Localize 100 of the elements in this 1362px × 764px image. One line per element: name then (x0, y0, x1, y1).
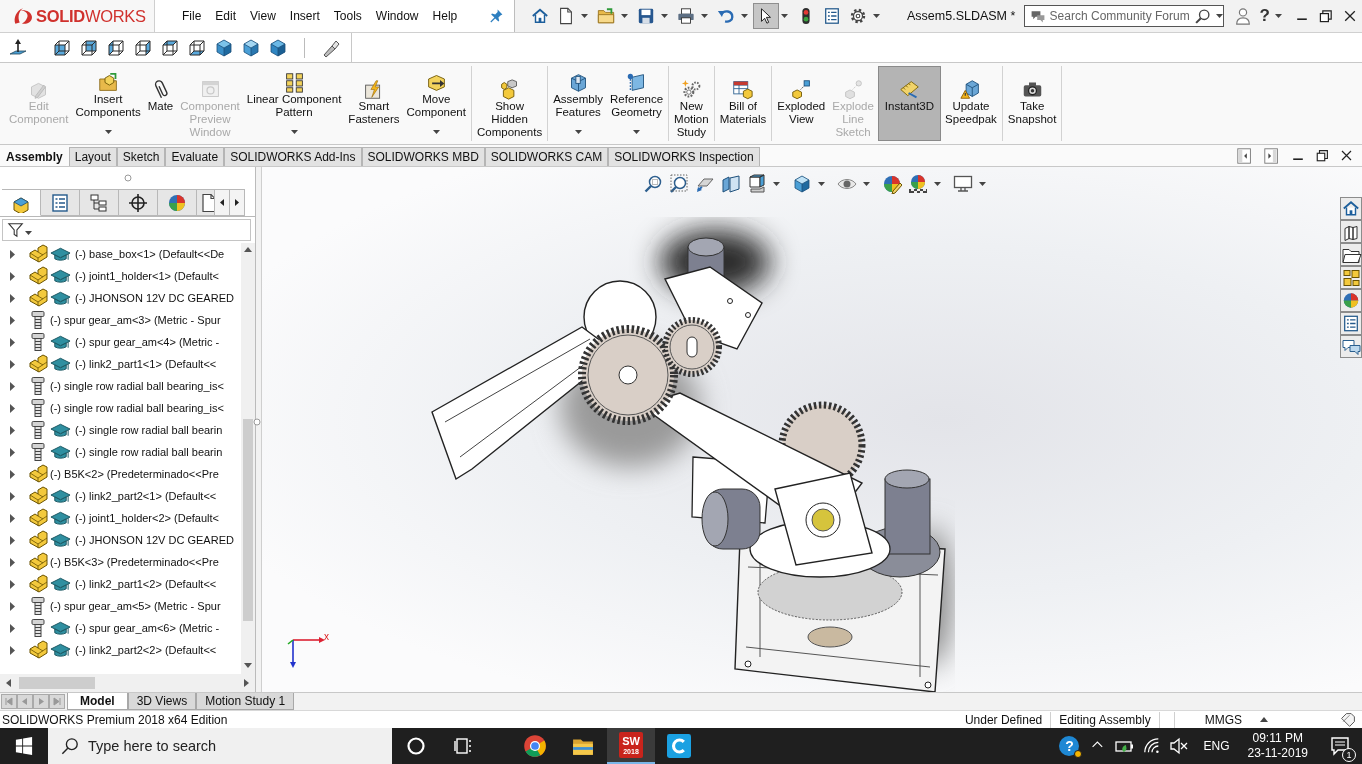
tree-item[interactable]: (-) link2_part1<2> (Default<< (0, 573, 241, 595)
cube-icon[interactable] (160, 37, 180, 58)
caret-icon[interactable] (934, 182, 941, 186)
command-button[interactable]: Linear Component Pattern (243, 66, 345, 141)
menu-item[interactable]: Window (375, 9, 419, 23)
cube-icon[interactable] (187, 37, 207, 58)
tile-right-icon[interactable] (1263, 146, 1281, 165)
cube-icon[interactable] (52, 37, 72, 58)
menu-item[interactable]: Tools (333, 9, 362, 23)
cube-icon[interactable] (214, 37, 234, 58)
wifi-icon[interactable] (1143, 737, 1162, 755)
user-icon[interactable] (1233, 6, 1252, 26)
expand-arrow-icon[interactable] (9, 315, 16, 325)
tree-item[interactable]: (-) link2_part2<2> (Default<< (0, 639, 241, 661)
magnifier-icon[interactable] (643, 174, 663, 194)
tree-item[interactable]: (-) B5K<2> (Predeterminado<<Pre (0, 463, 241, 485)
select-button[interactable] (753, 3, 779, 29)
tab[interactable]: Sketch (116, 147, 166, 166)
help-button[interactable]: ? (1059, 736, 1080, 756)
expand-arrow-icon[interactable] (9, 447, 16, 457)
caret-icon[interactable] (701, 14, 708, 18)
expand-arrow-icon[interactable] (9, 249, 16, 259)
tree-item[interactable]: (-) link2_part2<1> (Default<< (0, 485, 241, 507)
expand-arrow-icon[interactable] (9, 491, 16, 501)
section-cube-icon[interactable] (721, 174, 741, 194)
command-button[interactable]: Reference Geometry (607, 66, 667, 141)
cube-icon[interactable] (106, 37, 126, 58)
language-indicator[interactable]: ENG (1203, 739, 1230, 753)
caret-icon[interactable] (818, 182, 825, 186)
caret-icon[interactable] (741, 14, 748, 18)
handle-icon[interactable] (252, 417, 261, 426)
ball-scene-icon[interactable] (908, 174, 928, 194)
normal-to-icon[interactable] (8, 37, 28, 58)
tree-item[interactable]: (-) spur gear_am<5> (Metric - Spur (0, 595, 241, 617)
panel-tab[interactable] (197, 189, 215, 216)
scrollbar-thumb[interactable] (19, 677, 95, 689)
scroll-left-button[interactable] (215, 189, 230, 216)
command-button[interactable]: New Motion Study (671, 66, 712, 141)
caret-icon[interactable] (1275, 14, 1282, 18)
expand-arrow-icon[interactable] (9, 271, 16, 281)
handle-icon[interactable] (123, 174, 132, 182)
tree-item[interactable]: (-) single row radial ball bearing_is< (0, 397, 241, 419)
monitor-icon[interactable] (953, 174, 973, 194)
expand-arrow-icon[interactable] (9, 403, 16, 413)
tree-item[interactable]: (-) JHONSON 12V DC GEARED (0, 529, 241, 551)
menu-item[interactable]: Help (432, 9, 458, 23)
tag-icon[interactable] (1340, 711, 1356, 728)
status-text[interactable]: MMGS (1173, 711, 1260, 728)
caret-icon[interactable] (863, 182, 870, 186)
books-icon[interactable] (1340, 220, 1362, 243)
expand-arrow-icon[interactable] (9, 381, 16, 391)
pin-icon[interactable] (488, 8, 504, 24)
caret-icon[interactable] (773, 182, 780, 186)
command-button[interactable]: Show Hidden Components (473, 66, 546, 141)
restore-icon[interactable] (1315, 148, 1330, 163)
tab[interactable]: 3D Views (127, 693, 197, 710)
expand-arrow-icon[interactable] (9, 293, 16, 303)
command-button[interactable]: Move Component (403, 66, 469, 141)
cube-icon[interactable] (79, 37, 99, 58)
restore-icon[interactable] (1318, 8, 1334, 24)
tab[interactable]: Motion Study 1 (196, 693, 295, 710)
expand-arrow-icon[interactable] (9, 535, 16, 545)
tab[interactable]: SOLIDWORKS MBD (361, 147, 485, 166)
scroll-right-button[interactable] (230, 189, 245, 216)
command-button[interactable]: Instant3D (877, 66, 942, 141)
tab[interactable]: SOLIDWORKS Add-Ins (224, 147, 362, 166)
caret-icon[interactable] (873, 14, 880, 18)
command-button[interactable]: Update Speedpak (942, 66, 1000, 141)
scrollbar-thumb[interactable] (243, 419, 253, 621)
filter-field[interactable] (2, 219, 251, 241)
tab[interactable]: SOLIDWORKS Inspection (608, 147, 760, 166)
expand-arrow-icon[interactable] (9, 513, 16, 523)
expand-arrow-icon[interactable] (9, 601, 16, 611)
command-button[interactable]: Bill of Materials (716, 66, 770, 141)
close-icon[interactable] (1339, 148, 1354, 163)
tree-item[interactable]: (-) single row radial ball bearing_is< (0, 375, 241, 397)
list-icon[interactable] (1340, 312, 1362, 335)
vertical-scrollbar[interactable] (241, 243, 255, 674)
help-button[interactable]: ? (1259, 6, 1270, 26)
menu-item[interactable]: View (250, 9, 276, 23)
speaker-muted-icon[interactable] (1169, 736, 1190, 756)
panel-tab[interactable] (119, 189, 158, 216)
expand-arrow-icon[interactable] (9, 425, 16, 435)
command-button[interactable]: Smart Fasteners (345, 66, 403, 141)
cube-icon[interactable] (268, 37, 288, 58)
caret-icon[interactable] (1215, 14, 1223, 18)
shaded-cube-icon[interactable] (792, 174, 812, 194)
search-field[interactable]: Type here to search (48, 728, 392, 764)
expand-arrow-icon[interactable] (9, 557, 16, 567)
search-field[interactable]: Search Community Forum (1023, 5, 1224, 27)
folder-icon[interactable] (1340, 243, 1362, 266)
command-button[interactable]: Take Snapshot (1004, 66, 1060, 141)
palette-icon[interactable] (1340, 266, 1362, 289)
tab[interactable]: Assembly (0, 147, 69, 166)
caret-up-icon[interactable] (1260, 717, 1268, 722)
tree-item[interactable]: (-) link2_part1<1> (Default<< (0, 353, 241, 375)
caret-icon[interactable] (621, 14, 628, 18)
tab[interactable]: SOLIDWORKS CAM (484, 147, 609, 166)
tree-item[interactable]: (-) spur gear_am<3> (Metric - Spur (0, 309, 241, 331)
clock[interactable]: 09:11 PM 23-11-2019 (1247, 731, 1308, 761)
